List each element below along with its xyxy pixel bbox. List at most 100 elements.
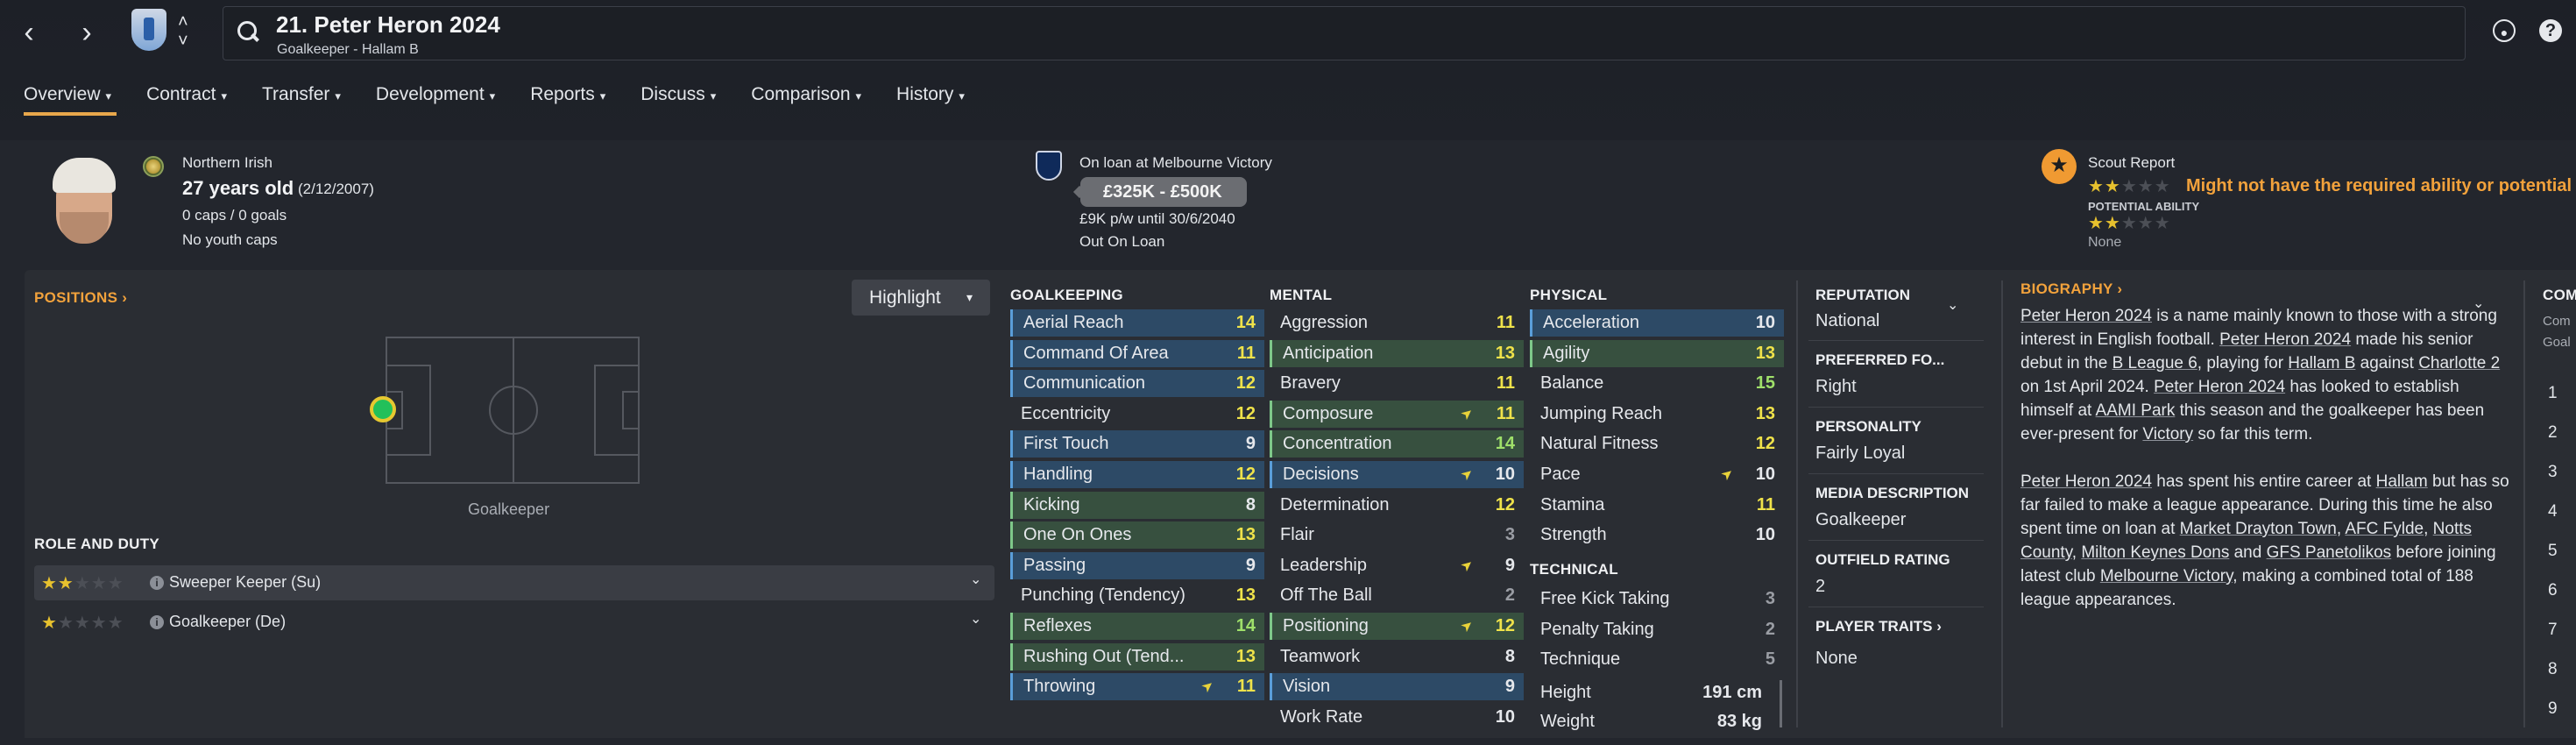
attribute-row[interactable]: Flair 3 (1270, 522, 1524, 549)
highlight-dropdown[interactable]: Highlight ▾ (852, 280, 990, 316)
tab-comparison[interactable]: Comparison ▾ (739, 77, 874, 116)
attribute-row[interactable]: Anticipation 13 (1270, 339, 1524, 367)
transfer-value-badge[interactable]: £325K - £500K (1080, 177, 1247, 207)
tab-discuss[interactable]: Discuss ▾ (628, 77, 728, 116)
tab-reports[interactable]: Reports ▾ (518, 77, 618, 116)
attribute-row[interactable]: Throwing ➤ 11 (1010, 673, 1264, 701)
attribute-row[interactable]: Kicking 8 (1010, 491, 1264, 519)
player-link[interactable]: Peter Heron 2024 (2219, 330, 2351, 349)
role-row-sweeper-keeper[interactable]: ★★★★★ i Sweeper Keeper (Su) ⌄ (34, 565, 994, 600)
attribute-row[interactable]: Strength 10 (1530, 522, 1784, 549)
scout-star-icon[interactable] (2042, 149, 2077, 184)
player-traits-label[interactable]: PLAYER TRAITS › (1815, 618, 1942, 635)
positions-title[interactable]: POSITIONS › (34, 289, 127, 307)
attribute-row[interactable]: Punching (Tendency) 13 (1010, 582, 1264, 609)
attribute-row[interactable]: Reflexes 14 (1010, 613, 1264, 640)
club-link[interactable]: Market Drayton Town (2180, 520, 2337, 538)
league-link[interactable]: B League 6 (2112, 354, 2197, 372)
attribute-row[interactable]: Stamina 11 (1530, 492, 1784, 519)
goalkeeper-position-marker[interactable] (370, 396, 396, 422)
attribute-row[interactable]: Jumping Reach 13 (1530, 401, 1784, 428)
loan-club-crest-icon[interactable] (1036, 151, 1062, 181)
attribute-row[interactable]: Aggression 11 (1270, 309, 1524, 337)
attribute-name: Eccentricity (1021, 403, 1111, 423)
attribute-row[interactable]: Teamwork 8 (1270, 643, 1524, 670)
attribute-value: 10 (1495, 465, 1515, 484)
attribute-row[interactable]: Vision 9 (1270, 673, 1524, 701)
chevron-down-icon[interactable]: ⌄ (970, 571, 981, 588)
search-icon[interactable] (237, 21, 260, 44)
attribute-row[interactable]: Agility 13 (1530, 339, 1784, 367)
role-row-goalkeeper[interactable]: ★★★★★ i Goalkeeper (De) ⌄ (34, 605, 994, 640)
player-link[interactable]: Peter Heron 2024 (2154, 378, 2285, 396)
attribute-row[interactable]: Decisions ➤ 10 (1270, 461, 1524, 488)
stadium-link[interactable]: AAMI Park (2096, 401, 2176, 420)
attribute-row[interactable]: Penalty Taking 2 (1530, 616, 1784, 643)
tab-history[interactable]: History ▾ (884, 77, 977, 116)
column-divider (1796, 280, 1798, 727)
comparison-subtitle-2: Goal (2543, 335, 2571, 350)
loan-club[interactable]: On loan at Melbourne Victory (1079, 154, 1272, 172)
attribute-row[interactable]: Work Rate 10 (1270, 704, 1524, 731)
attribute-row[interactable]: Natural Fitness 12 (1530, 430, 1784, 458)
help-icon[interactable]: ? (2539, 19, 2562, 42)
attribute-row[interactable]: Aerial Reach 14 (1010, 309, 1264, 337)
chevron-down-icon[interactable]: ⌄ (1947, 296, 1958, 314)
chevron-down-icon: ▾ (855, 89, 862, 103)
tab-transfer[interactable]: Transfer ▾ (250, 77, 353, 116)
attribute-row[interactable]: Communication 12 (1010, 370, 1264, 398)
club-link[interactable]: Hallam B (2288, 354, 2355, 372)
comparison-index: 2 (2548, 423, 2558, 442)
player-link[interactable]: Peter Heron 2024 (2020, 472, 2152, 491)
physical-title: PHYSICAL (1530, 287, 1608, 303)
attribute-row[interactable]: Off The Ball 2 (1270, 582, 1524, 609)
club-link[interactable]: Milton Keynes Dons (2081, 543, 2229, 562)
attribute-row[interactable]: Composure ➤ 11 (1270, 400, 1524, 428)
attribute-name: Punching (Tendency) (1021, 585, 1185, 606)
attribute-row[interactable]: Determination 12 (1270, 492, 1524, 519)
player-face-image (42, 154, 126, 256)
forward-arrow-icon[interactable]: › (74, 18, 100, 47)
attribute-row[interactable]: Free Kick Taking 3 (1530, 585, 1784, 613)
attribute-row[interactable]: Concentration 14 (1270, 430, 1524, 458)
attribute-row[interactable]: Rushing Out (Tend... 13 (1010, 642, 1264, 670)
attribute-row[interactable]: Command Of Area 11 (1010, 339, 1264, 367)
attribute-value: 14 (1235, 616, 1256, 635)
biography-title[interactable]: BIOGRAPHY › (2020, 280, 2122, 298)
attribute-row[interactable]: Eccentricity 12 (1010, 401, 1264, 428)
attribute-row[interactable]: Handling 12 (1010, 461, 1264, 488)
club-link[interactable]: Melbourne Victory (2100, 567, 2233, 585)
attribute-name: Off The Ball (1280, 585, 1372, 606)
chevron-down-icon[interactable]: ⌄ (970, 610, 981, 628)
club-link[interactable]: GFS Panetolikos (2267, 543, 2392, 562)
scrollbar[interactable] (1780, 680, 1782, 727)
tab-contract[interactable]: Contract ▾ (134, 77, 239, 116)
gamepad-icon[interactable]: ● (2493, 19, 2516, 42)
club-link[interactable]: Charlotte 2 (2418, 354, 2500, 372)
club-crest-icon[interactable] (131, 9, 166, 51)
back-arrow-icon[interactable]: ‹ (16, 18, 42, 47)
attribute-row[interactable]: Positioning ➤ 12 (1270, 613, 1524, 640)
club-switch-chevrons-icon[interactable]: ˄ ˅ (178, 12, 188, 51)
potential-value: None (2088, 235, 2122, 250)
club-link[interactable]: Hallam (2376, 472, 2428, 491)
attribute-row[interactable]: Technique 5 (1530, 646, 1784, 673)
media-description-label: MEDIA DESCRIPTION (1815, 485, 1970, 501)
chevron-down-icon: ▾ (489, 89, 496, 103)
attribute-row[interactable]: Pace ➤ 10 (1530, 461, 1784, 488)
tab-development[interactable]: Development ▾ (364, 77, 507, 116)
attribute-row[interactable]: Bravery 11 (1270, 370, 1524, 397)
player-link[interactable]: Peter Heron 2024 (2020, 307, 2152, 325)
attribute-row[interactable]: Passing 9 (1010, 551, 1264, 579)
attribute-row[interactable]: One On Ones 13 (1010, 522, 1264, 550)
info-icon[interactable]: i (150, 576, 164, 590)
attribute-row[interactable]: First Touch 9 (1010, 430, 1264, 458)
info-icon[interactable]: i (150, 615, 164, 629)
attribute-row[interactable]: Leadership ➤ 9 (1270, 552, 1524, 579)
club-link[interactable]: Victory (2142, 425, 2193, 443)
attribute-row[interactable]: Balance 15 (1530, 370, 1784, 397)
club-link[interactable]: AFC Fylde (2345, 520, 2424, 538)
player-search-box[interactable]: 21. Peter Heron 2024 Goalkeeper - Hallam… (223, 6, 2466, 60)
attribute-row[interactable]: Acceleration 10 (1530, 309, 1784, 337)
tab-overview[interactable]: Overview ▾ (11, 77, 124, 116)
